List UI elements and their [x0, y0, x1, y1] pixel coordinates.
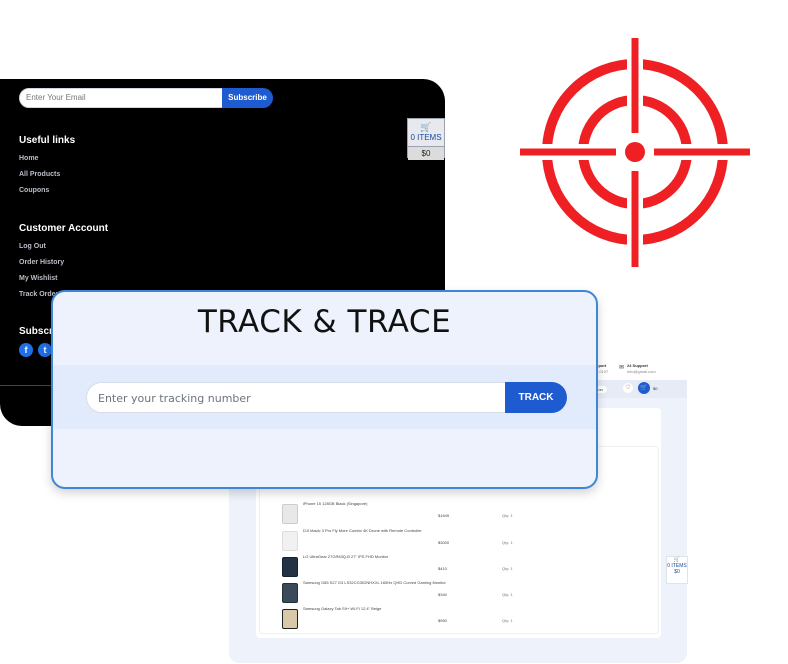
track-and-trace-card: TRACK & TRACE Enter your tracking number…	[51, 290, 598, 489]
newsletter-form: Enter Your Email Subscribe	[19, 88, 273, 108]
back-floating-cart-widget[interactable]: 🛒 0 ITEMS $0	[666, 556, 688, 584]
product-name: Samsung G85 S27 G3 LS32CG302NHXXL 165Hz …	[303, 580, 446, 585]
page-title: TRACK & TRACE	[197, 304, 452, 340]
product-qty: Qty: 1	[502, 566, 513, 571]
list-item[interactable]: iPhone 15 128GB Black (Singapore) $1649 …	[260, 501, 658, 527]
list-item[interactable]: LG UltraGear 27GR83Q-B 27" IPS FHD Monit…	[260, 554, 658, 580]
twitter-icon[interactable]: t	[38, 343, 52, 357]
product-qty: Qty: 1	[502, 513, 513, 518]
heart-icon[interactable]: ♡	[623, 383, 633, 393]
product-qty: Qty: 1	[502, 592, 513, 597]
product-thumbnail	[282, 609, 298, 629]
product-qty: Qty: 1	[502, 540, 513, 545]
footer-link-logout[interactable]: Log Out	[19, 243, 46, 250]
cart-icon: 🛒	[420, 122, 432, 132]
product-name: iPhone 15 128GB Black (Singapore)	[303, 501, 368, 506]
tracking-number-input[interactable]: Enter your tracking number	[86, 382, 506, 413]
list-item[interactable]: Samsung Galaxy Tab S9+ Wi-Fi 12.4" Beige…	[260, 606, 658, 632]
product-price: $950	[438, 618, 447, 623]
product-thumbnail	[282, 531, 298, 551]
cart-total: $0	[408, 146, 444, 160]
cart-badge: $0	[653, 386, 658, 391]
product-price: $410	[438, 566, 447, 571]
product-thumbnail	[282, 557, 298, 577]
product-name: LG UltraGear 27GR83Q-B 27" IPS FHD Monit…	[303, 554, 389, 559]
product-price: $1649	[438, 513, 450, 518]
product-price: $3000	[438, 540, 450, 545]
useful-links-heading: Useful links	[19, 135, 76, 146]
list-item[interactable]: Samsung G85 S27 G3 LS32CG302NHXXL 165Hz …	[260, 580, 658, 606]
product-name: DJI Mavic 3 Pro Fly More Combo 4K Drone …	[303, 528, 422, 533]
footer-link-home[interactable]: Home	[19, 155, 38, 162]
product-thumbnail	[282, 504, 298, 524]
footer-link-all-products[interactable]: All Products	[19, 171, 60, 178]
subscribe-button[interactable]: Subscribe	[222, 88, 273, 108]
customer-account-heading: Customer Account	[19, 223, 109, 234]
cart-items-count: 0 ITEMS	[410, 133, 442, 142]
support-2-value: info@gmail.com	[627, 369, 656, 374]
floating-cart-widget[interactable]: 🛒 0 ITEMS $0	[407, 118, 445, 160]
track-button[interactable]: TRACK	[505, 382, 567, 413]
product-thumbnail	[282, 583, 298, 603]
target-crosshair-icon	[520, 38, 750, 267]
product-qty: Qty: 1	[502, 618, 513, 623]
cart-icon[interactable]: 🛒	[638, 382, 650, 394]
facebook-icon[interactable]: f	[19, 343, 33, 357]
support-2-title: 24 Support	[627, 363, 648, 368]
footer-link-order-history[interactable]: Order History	[19, 259, 64, 266]
footer-link-wishlist[interactable]: My Wishlist	[19, 275, 57, 282]
cart-total: $0	[674, 569, 680, 575]
list-item[interactable]: DJI Mavic 3 Pro Fly More Combo 4K Drone …	[260, 528, 658, 554]
product-price: $340	[438, 592, 447, 597]
mail-icon: ✉	[619, 365, 625, 371]
newsletter-email-input[interactable]: Enter Your Email	[19, 88, 230, 108]
product-name: Samsung Galaxy Tab S9+ Wi-Fi 12.4" Beige	[303, 606, 382, 611]
footer-link-coupons[interactable]: Coupons	[19, 187, 49, 194]
